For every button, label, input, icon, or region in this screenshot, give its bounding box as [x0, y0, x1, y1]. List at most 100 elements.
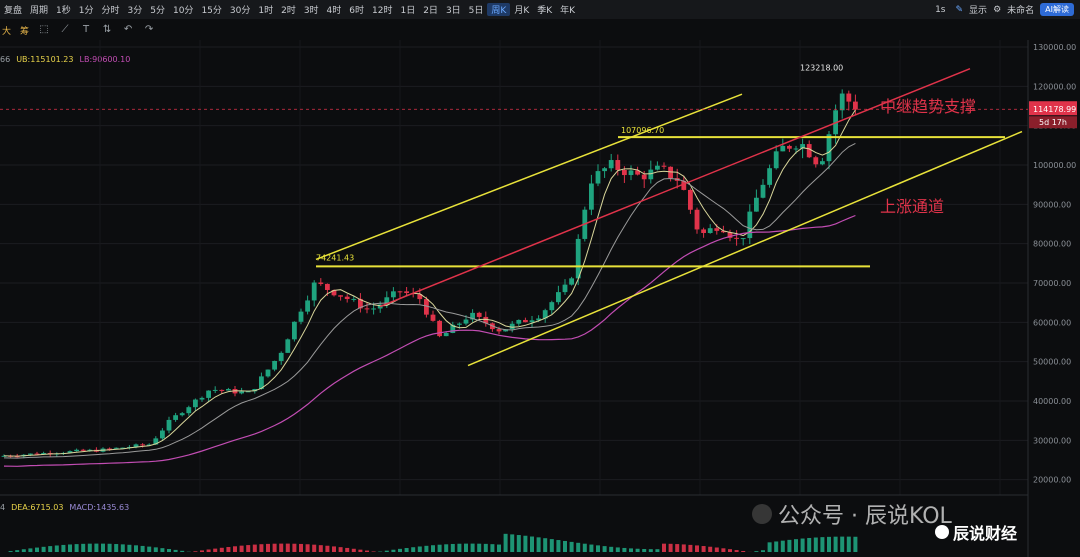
macd-bar: [708, 546, 713, 552]
interval-15[interactable]: 2日: [419, 3, 442, 16]
y-tick-label: 80000.00: [1033, 240, 1071, 249]
interval-19[interactable]: 月K: [510, 3, 533, 16]
macd-bar: [450, 543, 455, 552]
interval-0[interactable]: 1秒: [52, 3, 75, 16]
macd-bar: [846, 536, 851, 552]
macd-bar: [81, 543, 86, 552]
y-tick-label: 40000.00: [1033, 397, 1071, 406]
interval-1s[interactable]: 1s: [931, 5, 949, 15]
ma-line-slow: [3, 214, 856, 467]
candle-body: [160, 430, 165, 439]
price-chart[interactable]: 130000.00120000.00110000.00100000.009000…: [0, 40, 1080, 557]
macd-bar: [549, 539, 554, 552]
interval-7[interactable]: 30分: [226, 3, 254, 16]
candle-body: [265, 369, 271, 377]
macd-bar: [206, 549, 211, 552]
macd-bar: [437, 544, 442, 552]
candle-body: [28, 453, 33, 455]
tool-big[interactable]: 大: [2, 24, 11, 37]
candle-body: [767, 168, 772, 185]
macd-bar: [41, 546, 46, 552]
macd-bar: [239, 545, 244, 552]
settings-icon[interactable]: ⚙: [993, 5, 1001, 15]
macd-bar: [318, 545, 323, 552]
interval-2[interactable]: 分时: [98, 3, 124, 16]
macd-bar: [173, 549, 178, 552]
macd-bar: [272, 543, 277, 552]
y-tick-label: 120000.00: [1033, 82, 1076, 91]
support-annotation: 中继趋势支撑: [880, 97, 976, 116]
high-price-label: 123218.00: [800, 64, 843, 73]
interval-8[interactable]: 1时: [254, 3, 277, 16]
macd-bar: [536, 537, 541, 552]
macd-bar: [338, 547, 343, 552]
candle-body: [325, 283, 330, 290]
interval-16[interactable]: 3日: [442, 3, 465, 16]
interval-5[interactable]: 10分: [169, 3, 197, 16]
ai-interpret-button[interactable]: AI解读: [1040, 3, 1074, 16]
candle-body: [549, 302, 555, 311]
interval-10[interactable]: 3时: [300, 3, 323, 16]
macd-bar: [642, 549, 647, 552]
macd-bar: [840, 536, 845, 552]
candle-body: [707, 228, 713, 234]
macd-bar: [477, 543, 482, 552]
macd-bar: [431, 545, 435, 552]
interval-17[interactable]: 5日: [465, 3, 488, 16]
candle-body: [305, 300, 310, 312]
interval-21[interactable]: 年K: [556, 3, 579, 16]
edit-icon[interactable]: ✎: [956, 5, 964, 15]
undo-icon[interactable]: ↶: [122, 24, 134, 36]
candle-body: [186, 407, 192, 414]
candle-body: [476, 312, 482, 317]
macd-bar: [576, 542, 581, 552]
macd-bar: [74, 544, 79, 552]
interval-9[interactable]: 2时: [277, 3, 300, 16]
macd-bar: [299, 543, 303, 552]
interval-6[interactable]: 15分: [197, 3, 225, 16]
macd-bar: [193, 551, 198, 552]
candle-body: [628, 170, 634, 176]
interval-13[interactable]: 12时: [368, 3, 396, 16]
replay-button[interactable]: 复盘: [0, 3, 26, 16]
macd-bar: [305, 544, 310, 552]
period-dropdown[interactable]: 周期: [26, 3, 52, 16]
macd-bar: [213, 548, 218, 552]
measure-tool-icon[interactable]: ⇅: [101, 24, 113, 36]
candle-body: [846, 93, 852, 102]
macd-bar: [226, 547, 231, 552]
interval-12[interactable]: 6时: [345, 3, 368, 16]
candle-body: [166, 419, 172, 431]
candle-body: [740, 238, 746, 240]
candle-body: [463, 319, 469, 324]
interval-1[interactable]: 1分: [75, 3, 98, 16]
candle-body: [701, 229, 706, 234]
candle-body: [648, 169, 654, 180]
line-tool-icon[interactable]: ⟋: [59, 24, 71, 36]
macd-bar: [543, 538, 548, 552]
cursor-icon[interactable]: ⬚: [38, 24, 50, 36]
candle-body: [562, 284, 568, 293]
display-button[interactable]: 显示: [969, 3, 987, 16]
macd-bar: [417, 546, 422, 552]
y-tick-label: 100000.00: [1033, 161, 1076, 170]
interval-20[interactable]: 季K: [533, 3, 556, 16]
macd-bar: [681, 544, 686, 552]
macd-bar: [457, 543, 462, 552]
layout-name[interactable]: 未命名: [1007, 3, 1034, 16]
interval-18[interactable]: 周K: [487, 3, 511, 16]
macd-bar: [714, 547, 719, 552]
interval-3[interactable]: 3分: [124, 3, 147, 16]
watermark: 公众号 · 辰说KOL: [752, 498, 952, 530]
candle-body: [212, 389, 218, 391]
macd-bar: [490, 544, 495, 552]
candle-body: [575, 238, 581, 279]
macd-bar: [833, 536, 838, 552]
interval-11[interactable]: 4时: [323, 3, 346, 16]
redo-icon[interactable]: ↷: [143, 24, 155, 36]
candle-body: [113, 447, 119, 449]
tool-chips[interactable]: 筹: [20, 24, 29, 37]
interval-4[interactable]: 5分: [146, 3, 169, 16]
text-tool-icon[interactable]: T: [80, 24, 92, 36]
interval-14[interactable]: 1日: [396, 3, 419, 16]
